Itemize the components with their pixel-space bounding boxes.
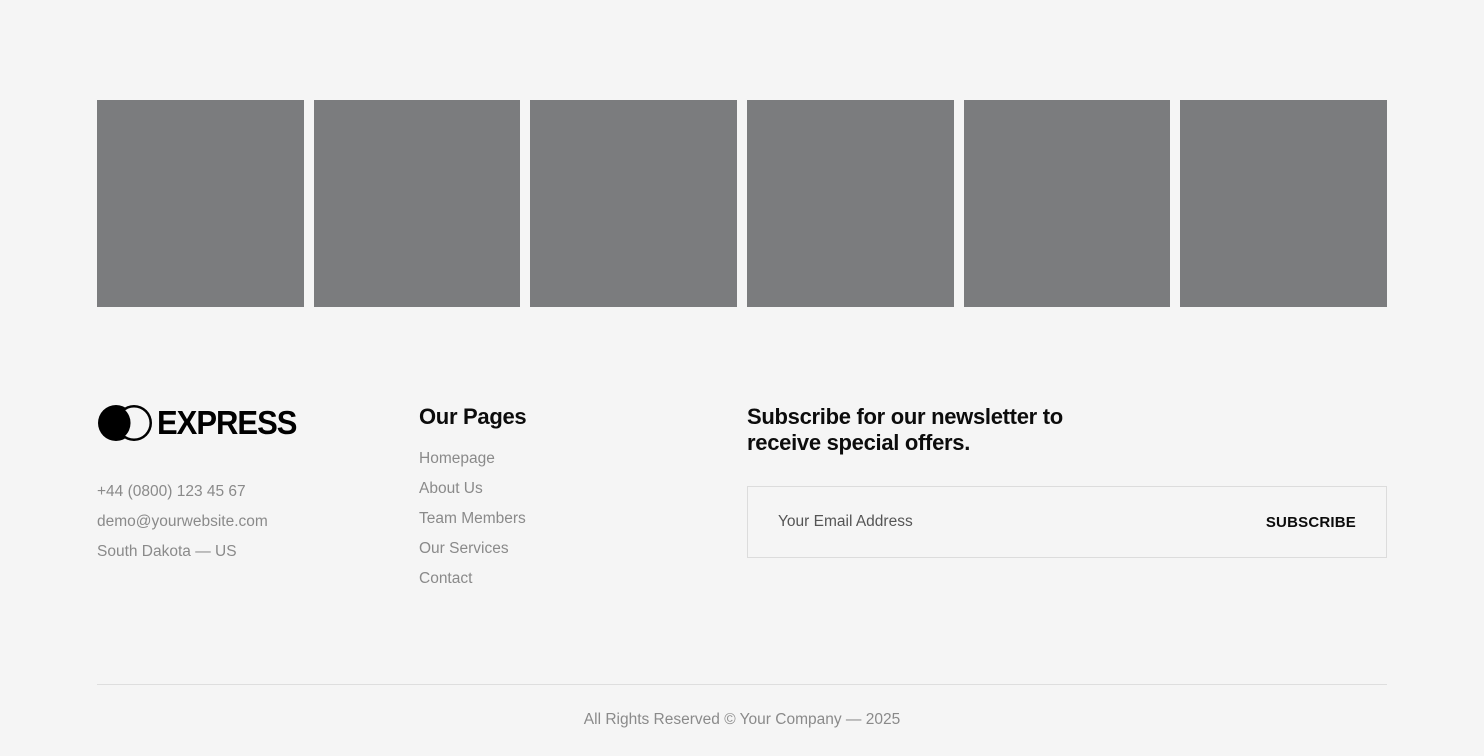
gallery-image[interactable] (97, 100, 304, 307)
gallery-image[interactable] (747, 100, 954, 307)
contact-email[interactable]: demo@yourwebsite.com (97, 507, 397, 537)
gallery-image[interactable] (1180, 100, 1388, 307)
pages-column: Our Pages Homepage About Us Team Members… (419, 404, 679, 594)
pages-heading: Our Pages (419, 404, 527, 429)
logo[interactable]: EXPRESS (97, 404, 397, 442)
nav-link-about-us[interactable]: About Us (419, 474, 679, 504)
contact-info: +44 (0800) 123 45 67 demo@yourwebsite.co… (97, 477, 397, 567)
subscribe-button[interactable]: SUBSCRIBE (1266, 514, 1356, 531)
nav-link-team-members[interactable]: Team Members (419, 504, 679, 534)
newsletter-column: Subscribe for our newsletter to receive … (747, 404, 1387, 558)
contact-location: South Dakota — US (97, 543, 237, 560)
nav-link-contact[interactable]: Contact (419, 564, 679, 594)
footer-divider (97, 684, 1387, 685)
gallery-image[interactable] (313, 100, 521, 307)
newsletter-heading: Subscribe for our newsletter to receive … (747, 404, 1063, 455)
copyright-text: All Rights Reserved © Your Company — 202… (583, 711, 901, 728)
email-input[interactable] (778, 502, 1198, 542)
brand-column: EXPRESS +44 (0800) 123 45 67 demo@yourwe… (97, 404, 397, 567)
nav-link-homepage[interactable]: Homepage (419, 444, 679, 474)
image-gallery (97, 100, 1388, 307)
contact-phone[interactable]: +44 (0800) 123 45 67 (97, 477, 397, 507)
logo-text: EXPRESS (157, 403, 297, 442)
subscribe-form: SUBSCRIBE (747, 486, 1387, 558)
pages-nav: Homepage About Us Team Members Our Servi… (419, 444, 679, 594)
gallery-image[interactable] (963, 100, 1171, 307)
gallery-image[interactable] (530, 100, 738, 307)
logo-circles-icon (98, 405, 152, 441)
nav-link-our-services[interactable]: Our Services (419, 534, 679, 564)
